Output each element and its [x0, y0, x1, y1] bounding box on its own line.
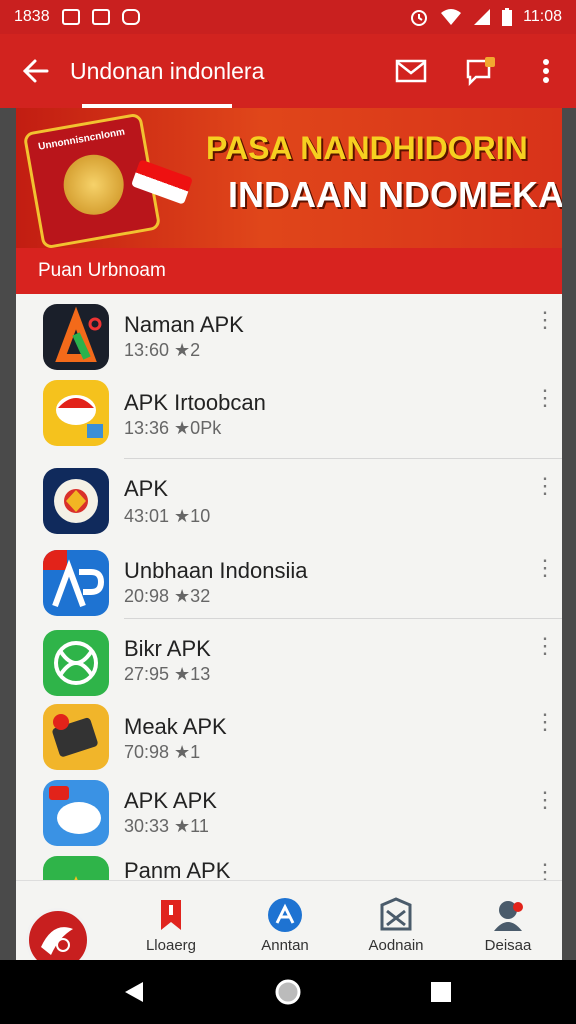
item-more-button[interactable]: ⋮ [534, 789, 556, 811]
app-name: Unbhaan Indonsiia [124, 558, 308, 583]
image-icon [61, 9, 80, 25]
system-home-button[interactable] [248, 960, 328, 1024]
status-time: 11:08 [523, 8, 562, 25]
list-item[interactable]: APK 43:01 ★10 ⋮ [16, 460, 562, 538]
emblem-card-label: Unnonnisncnlonm [37, 126, 126, 153]
status-bar: 1838 11:08 [0, 0, 576, 34]
message-button[interactable] [446, 34, 516, 108]
app-name: APK Irtoobcan [124, 390, 266, 415]
battery-icon [502, 8, 513, 26]
app-meta: 30:33 ★11 [124, 816, 209, 836]
background-right [562, 108, 576, 960]
app-meta: 13:36 ★0Pk [124, 418, 222, 438]
list-item[interactable]: APK APK 30:33 ★11 ⋮ [16, 772, 562, 850]
app-name: Naman APK [124, 312, 244, 337]
signal-icon [474, 9, 491, 25]
app-name: APK [124, 476, 169, 501]
list-item[interactable]: Unbhaan Indonsiia 20:98 ★32 ⋮ [16, 540, 562, 618]
ap-icon [43, 550, 109, 616]
more-vert-icon [543, 59, 549, 83]
page-title: Undonan indonlera [70, 57, 265, 84]
item-more-button[interactable]: ⋮ [534, 861, 556, 883]
app-name: Meak APK [124, 714, 227, 739]
app-meta: 13:60 ★2 [124, 340, 201, 360]
system-recents-button[interactable] [401, 960, 481, 1024]
search-icon [268, 898, 302, 932]
back-button[interactable] [0, 34, 70, 108]
app-meta: 20:98 ★32 [124, 586, 211, 606]
app-meta: 27:95 ★13 [124, 664, 211, 684]
status-left-text: 1838 [14, 8, 50, 25]
device-icon [43, 704, 109, 770]
item-more-button[interactable]: ⋮ [534, 557, 556, 579]
background-left [0, 108, 16, 960]
banner-subheadline: INDAAN NDOMEKA [228, 174, 562, 215]
list-item[interactable]: APK Irtoobcan 13:36 ★0Pk ⋮ [16, 372, 562, 450]
list-item[interactable]: Meak APK 70:98 ★1 ⋮ [16, 696, 562, 774]
divider [124, 458, 562, 459]
item-more-button[interactable]: ⋮ [534, 309, 556, 331]
map-icon [380, 897, 412, 931]
bookmark-icon [161, 900, 181, 930]
list-item[interactable]: Bikr APK 27:95 ★13 ⋮ [16, 620, 562, 698]
item-more-button[interactable]: ⋮ [534, 635, 556, 657]
nav-label: Anntan [261, 937, 309, 954]
nav-item-aodnain[interactable]: Aodnain [341, 881, 451, 961]
system-navigation-bar [0, 960, 576, 1024]
divider [124, 618, 562, 619]
nav-item-anntan[interactable]: Anntan [230, 881, 340, 961]
garuda-emblem-icon [58, 150, 129, 220]
app-meta: 70:98 ★1 [124, 742, 201, 762]
app-toolbar: Undonan indonlera [0, 34, 576, 108]
garuda-icon [43, 468, 109, 534]
more-options-button[interactable] [516, 34, 576, 108]
promo-banner[interactable]: Unnonnisncnlonm PASA NANDHIDORIN INDAAN … [16, 108, 562, 248]
cloud-bird-icon [43, 780, 109, 846]
app-icon [121, 9, 140, 25]
item-more-button[interactable]: ⋮ [534, 475, 556, 497]
app-name: Bikr APK [124, 636, 211, 661]
item-more-button[interactable]: ⋮ [534, 387, 556, 409]
nav-item-deisaa[interactable]: Deisaa [453, 881, 563, 961]
bottom-navigation: Lloaerg Anntan Aodnain Deisaa [16, 880, 562, 961]
triangle-back-icon [125, 982, 143, 1002]
mail-icon [395, 59, 427, 83]
message-icon [466, 57, 495, 86]
app-list-sheet: Unnonnisncnlonm PASA NANDHIDORIN INDAAN … [16, 108, 562, 960]
wifi-icon [441, 9, 462, 25]
alarm-icon [411, 10, 428, 26]
nav-label: Deisaa [484, 937, 532, 954]
flag-bird-icon [43, 380, 109, 446]
nav-item-lloaerg[interactable]: Lloaerg [116, 881, 226, 961]
app-name: APK APK [124, 788, 217, 813]
circle-home-icon [275, 979, 301, 1005]
section-header: Puan Urbnoam [16, 248, 562, 294]
person-icon [494, 901, 523, 931]
square-recents-icon [431, 982, 451, 1002]
item-more-button[interactable]: ⋮ [534, 711, 556, 733]
app-meta: 43:01 ★10 [124, 506, 211, 526]
system-back-button[interactable] [94, 960, 174, 1024]
nav-label: Aodnain [368, 937, 424, 954]
nav-label: Lloaerg [145, 937, 197, 954]
photo-icon [91, 9, 110, 25]
letter-a-icon [43, 304, 109, 370]
banner-headline: PASA NANDHIDORIN [206, 130, 528, 166]
mail-button[interactable] [376, 34, 446, 108]
green-knot-icon [43, 630, 109, 696]
arrow-left-icon [22, 59, 49, 83]
list-item[interactable]: Naman APK 13:60 ★2 ⋮ [16, 294, 562, 372]
